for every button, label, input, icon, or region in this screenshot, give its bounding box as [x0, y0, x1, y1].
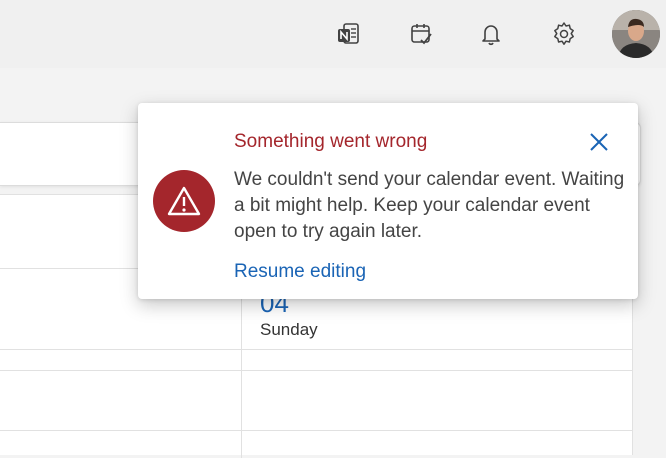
- resume-editing-link[interactable]: Resume editing: [234, 261, 366, 283]
- dialog-title: Something went wrong: [234, 131, 428, 152]
- error-dialog: Something went wrong We couldn't send yo…: [138, 103, 638, 299]
- gear-icon[interactable]: [544, 14, 584, 54]
- day-name: Sunday: [260, 320, 318, 339]
- top-bar: [0, 0, 666, 68]
- close-icon[interactable]: [586, 129, 612, 155]
- calendar-divider: [0, 370, 632, 371]
- warning-icon: [153, 170, 215, 232]
- calendar-divider: [0, 349, 632, 350]
- calendar-divider: [0, 430, 632, 431]
- user-avatar[interactable]: [612, 10, 660, 58]
- bell-icon[interactable]: [471, 14, 511, 54]
- onenote-icon[interactable]: [328, 14, 368, 54]
- todo-icon[interactable]: [401, 14, 441, 54]
- dialog-message: We couldn't send your calendar event. Wa…: [234, 169, 625, 242]
